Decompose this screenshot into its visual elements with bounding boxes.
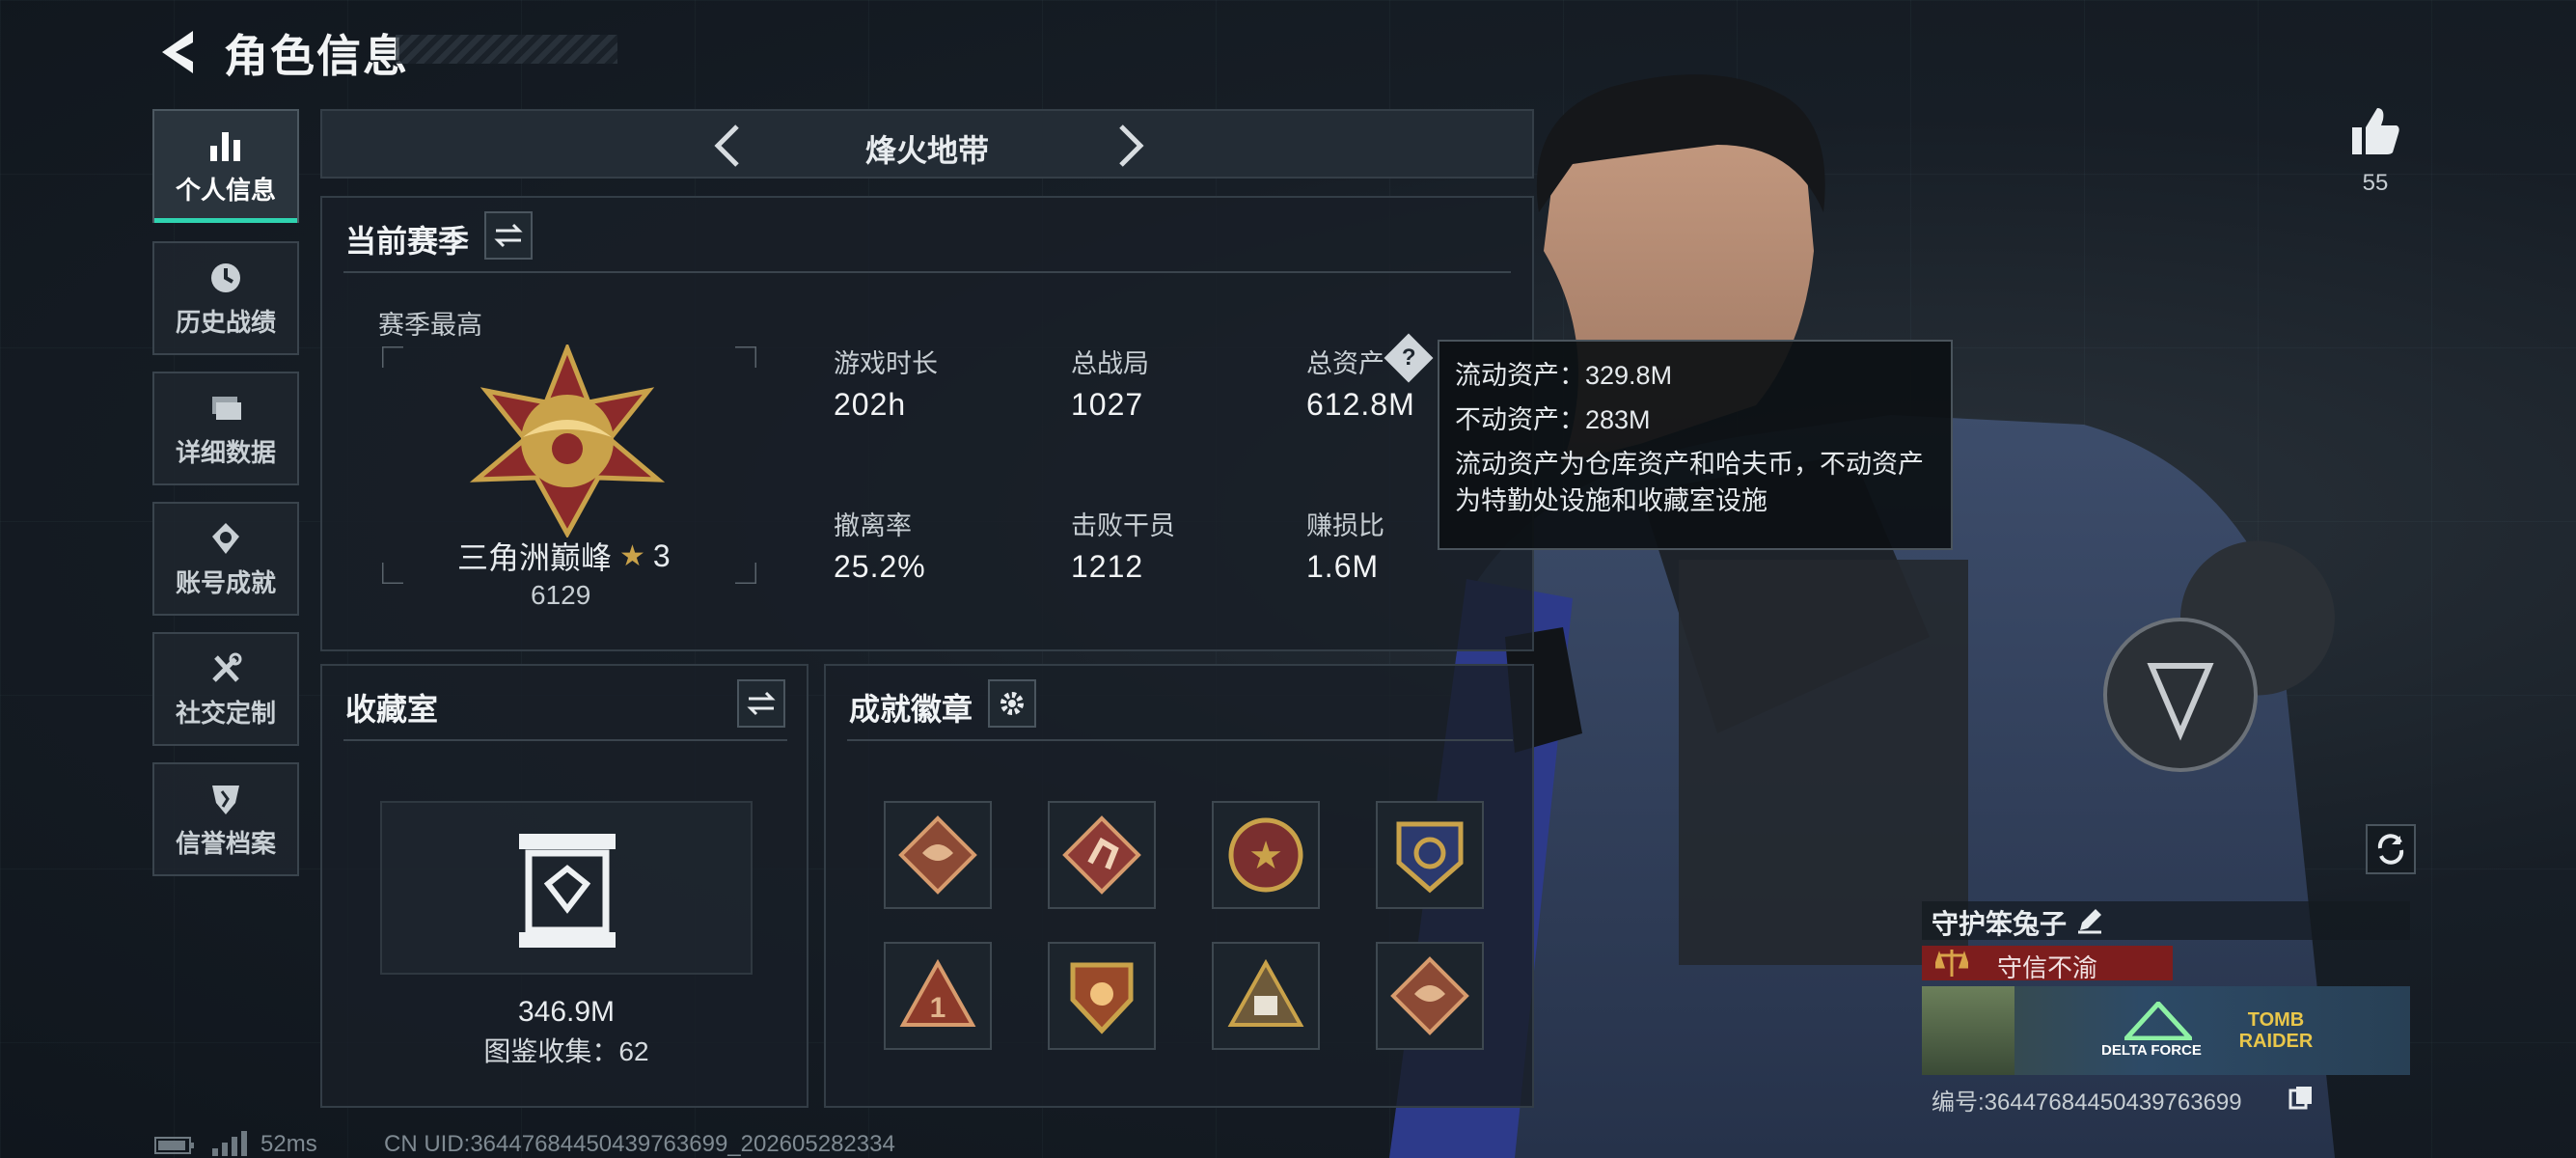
rank-medal-icon	[469, 345, 666, 538]
rank-stars: 3	[652, 538, 671, 573]
nav-personal-info[interactable]: 个人信息	[152, 109, 299, 223]
swap-icon	[747, 691, 776, 716]
page-title: 角色信息	[224, 31, 409, 81]
stat-label: 游戏时长	[834, 349, 938, 378]
stat-value: 1212	[1071, 549, 1144, 584]
season-switch-button[interactable]	[484, 211, 533, 260]
tooltip-desc-line2: 为特勤处设施和收藏室设施	[1455, 486, 1768, 515]
avatar	[1922, 986, 2014, 1075]
star-medal-badge[interactable]: ★	[1212, 801, 1320, 909]
nav-label: 详细数据	[175, 437, 276, 467]
season-best-label: 赛季最高	[378, 311, 482, 340]
achievement-icon	[206, 519, 245, 558]
rank-points: 6129	[531, 580, 591, 610]
stat-value: 202h	[834, 387, 907, 422]
nav-detailed-data[interactable]: 详细数据	[152, 372, 299, 485]
uid: CN UID:36447684450439763699_202605282334	[384, 1131, 895, 1157]
season-title: 当前赛季	[345, 224, 470, 259]
player-id: 编号:36447684450439763699	[1932, 1089, 2242, 1116]
nav-label: 账号成就	[175, 567, 276, 597]
rank-one-badge[interactable]: 1	[884, 942, 992, 1050]
stat-label: 总战局	[1071, 349, 1149, 378]
banner-logo-1: DELTA FORCE	[2101, 1042, 2202, 1059]
stat-label: 撤离率	[834, 511, 912, 540]
nickname-row: 守护笨兔子	[1922, 901, 2410, 940]
number-58-badge[interactable]	[1212, 942, 1320, 1050]
copy-icon[interactable]	[2288, 1085, 2314, 1110]
tooltip-liquid-assets: 流动资产：329.8M	[1455, 361, 1673, 390]
back-arrow-icon[interactable]	[154, 27, 201, 77]
reputation-label: 守信不渝	[1996, 953, 2097, 982]
nav-history[interactable]: 历史战绩	[152, 241, 299, 355]
profile-banner[interactable]: DELTA FORCE TOMB RAIDER	[1922, 986, 2410, 1075]
reputation-bar: 守信不渝	[1922, 946, 2173, 982]
rank-name: 三角洲巅峰	[457, 540, 613, 575]
stat-label: 总资产	[1306, 349, 1384, 378]
svg-text:★: ★	[1248, 834, 1283, 878]
season-panel: 当前赛季 赛季最高 三角洲巅峰 ★ 3 6129 游戏时长 202h 总战局 1…	[320, 196, 1534, 651]
collection-switch-button[interactable]	[737, 679, 785, 728]
nav-label: 历史战绩	[175, 307, 276, 337]
mode-selector: 烽火地带	[320, 109, 1534, 179]
clock-icon	[206, 259, 245, 297]
display-case-icon	[519, 834, 616, 948]
achievements-title: 成就徽章	[849, 692, 973, 727]
signal-icon	[212, 1131, 247, 1156]
banner-logo-2: TOMB RAIDER	[2238, 1009, 2314, 1052]
star-icon: ★	[619, 539, 645, 572]
collection-title: 收藏室	[345, 692, 439, 727]
collection-count: 图鉴收集：62	[483, 1036, 649, 1066]
nav-reputation-archive[interactable]: 信誉档案	[152, 762, 299, 876]
nickname: 守护笨兔子	[1932, 909, 2068, 939]
nav-account-achievements[interactable]: 账号成就	[152, 502, 299, 616]
edit-icon[interactable]	[2076, 907, 2103, 934]
refresh-icon	[2377, 834, 2404, 865]
title-decoration	[396, 35, 617, 64]
help-icon[interactable]: ?	[1384, 333, 1434, 383]
stat-label: 击败干员	[1071, 511, 1175, 540]
shield-icon	[206, 780, 245, 818]
delta-force-logo-icon	[2124, 1002, 2192, 1040]
dragon-badge[interactable]	[884, 801, 992, 909]
tools-icon	[206, 649, 245, 688]
folder-icon	[206, 389, 245, 427]
achievements-settings-button[interactable]	[988, 679, 1036, 728]
nav-label: 社交定制	[175, 698, 276, 728]
gear-icon	[1000, 692, 1024, 715]
mode-name: 烽火地带	[864, 133, 989, 168]
stat-value: 612.8M	[1306, 387, 1415, 422]
achievements-panel: 成就徽章 ★ 1	[824, 664, 1534, 1108]
stat-label: 赚损比	[1306, 511, 1384, 540]
stat-value: 1027	[1071, 387, 1144, 422]
svg-text:1: 1	[930, 992, 946, 1024]
asset-tooltip: 流动资产：329.8M 不动资产：283M 流动资产为仓库资产和哈夫币，不动资产…	[1438, 340, 1953, 550]
ping: 52ms	[260, 1131, 317, 1157]
swap-icon	[494, 223, 523, 248]
eagle-badge[interactable]	[1376, 801, 1484, 909]
tooltip-desc-line1: 流动资产为仓库资产和哈夫币，不动资产	[1455, 450, 1924, 479]
shield-badge[interactable]	[1048, 942, 1156, 1050]
refresh-button[interactable]	[2366, 824, 2416, 874]
likes-count: 55	[2362, 170, 2389, 196]
dragon-badge[interactable]	[1376, 942, 1484, 1050]
battery-icon	[154, 1137, 194, 1154]
thumbs-up-icon[interactable]	[2348, 104, 2402, 158]
runner-badge[interactable]	[1048, 801, 1156, 909]
bar-chart-icon	[206, 126, 245, 165]
stat-value: 25.2%	[834, 549, 926, 584]
chevron-right-icon[interactable]	[1111, 123, 1150, 169]
nav-label: 信誉档案	[175, 828, 276, 858]
rank-name-row: 三角洲巅峰 ★ 3	[457, 534, 689, 578]
stat-value: 1.6M	[1306, 549, 1380, 584]
nav-label: 个人信息	[175, 175, 276, 205]
collection-value: 346.9M	[517, 996, 616, 1028]
collection-panel[interactable]: 收藏室 346.9M 图鉴收集：62	[320, 664, 808, 1108]
nav-social-customization[interactable]: 社交定制	[152, 632, 299, 746]
tooltip-fixed-assets: 不动资产：283M	[1455, 405, 1651, 434]
